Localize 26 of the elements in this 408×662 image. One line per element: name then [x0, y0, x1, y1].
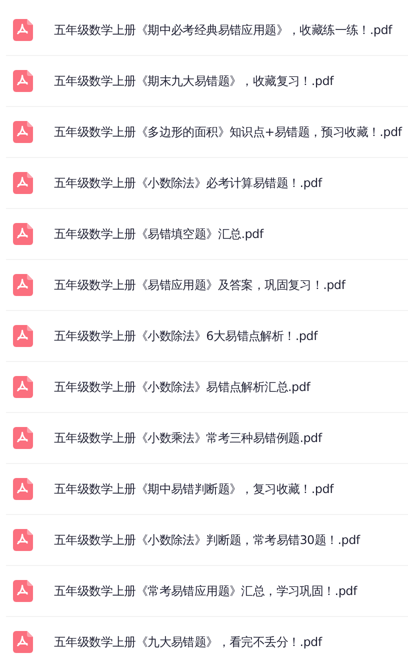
- file-name[interactable]: 五年级数学上册《小数除法》判断题，常考易错30题！.pdf: [54, 532, 360, 548]
- pdf-file-icon: [13, 325, 33, 347]
- file-name[interactable]: 五年级数学上册《九大易错题》，看完不丢分！.pdf: [54, 634, 322, 650]
- pdf-file-icon: [13, 529, 33, 551]
- pdf-file-icon: [13, 274, 33, 296]
- file-name[interactable]: 五年级数学上册《期中易错判断题》，复习收藏！.pdf: [54, 480, 334, 498]
- file-name[interactable]: 五年级数学上册《期末九大易错题》，收藏复习！.pdf: [54, 72, 334, 90]
- pdf-file-icon: [13, 70, 33, 92]
- file-name[interactable]: 五年级数学上册《小数除法》6大易错点解析！.pdf: [54, 328, 318, 344]
- file-name[interactable]: 五年级数学上册《期中必考经典易错应用题》，收藏练一练！.pdf: [54, 22, 392, 38]
- file-name[interactable]: 五年级数学上册《易错应用题》及答案，巩固复习！.pdf: [54, 276, 346, 294]
- file-name[interactable]: 五年级数学上册《常考易错应用题》汇总，学习巩固！.pdf: [54, 582, 357, 600]
- pdf-file-icon: [13, 376, 33, 398]
- file-name[interactable]: 五年级数学上册《多边形的面积》知识点+易错题，预习收藏！.pdf: [54, 124, 402, 140]
- pdf-file-icon: [13, 19, 33, 41]
- pdf-file-icon: [13, 478, 33, 500]
- pdf-file-icon: [13, 427, 33, 449]
- pdf-file-icon: [13, 121, 33, 143]
- file-name[interactable]: 五年级数学上册《小数除法》易错点解析汇总.pdf: [54, 378, 310, 396]
- file-name[interactable]: 五年级数学上册《易错填空题》汇总.pdf: [54, 226, 264, 242]
- pdf-file-icon: [13, 223, 33, 245]
- file-name[interactable]: 五年级数学上册《小数乘法》常考三种易错例题.pdf: [54, 430, 322, 446]
- file-name[interactable]: 五年级数学上册《小数除法》必考计算易错题！.pdf: [54, 174, 322, 192]
- pdf-file-icon: [13, 631, 33, 653]
- pdf-file-icon: [13, 580, 33, 602]
- pdf-file-icon: [13, 172, 33, 194]
